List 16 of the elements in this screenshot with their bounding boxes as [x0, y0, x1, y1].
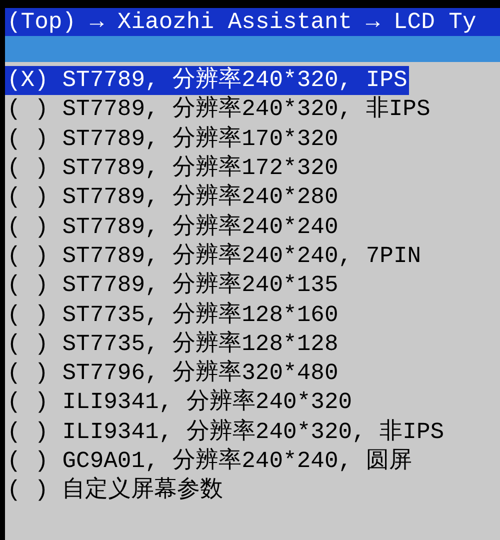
- menu-option[interactable]: ( ) ST7789, 分辨率170*320: [5, 124, 340, 154]
- menu-option[interactable]: ( ) ST7789, 分辨率240*240, 7PIN: [5, 242, 424, 271]
- menu-option[interactable]: ( ) ST7789, 分辨率240*240: [5, 212, 340, 242]
- menu-option[interactable]: ( ) 自定义屏幕参数: [5, 476, 226, 506]
- menu-option[interactable]: (X) ST7789, 分辨率240*320, IPS: [5, 66, 410, 96]
- menu-option[interactable]: ( ) ILI9341, 分辨率240*320, 非IPS: [5, 418, 446, 447]
- breadcrumb-title: (Top) → Xiaozhi Assistant → LCD Ty: [6, 10, 476, 34]
- menu-option[interactable]: ( ) ILI9341, 分辨率240*320: [5, 388, 354, 418]
- menu-option[interactable]: ( ) ST7789, 分辨率240*320, 非IPS: [5, 95, 432, 124]
- menu-option[interactable]: ( ) ST7796, 分辨率320*480: [5, 359, 340, 388]
- menu-option[interactable]: ( ) ST7735, 分辨率128*128: [5, 330, 340, 359]
- menu-option[interactable]: ( ) ST7735, 分辨率128*160: [5, 300, 340, 330]
- menu-option[interactable]: ( ) GC9A01, 分辨率240*240, 圆屏: [5, 447, 414, 476]
- menu-option[interactable]: ( ) ST7789, 分辨率240*135: [5, 271, 340, 300]
- menu-option[interactable]: ( ) ST7789, 分辨率172*320: [5, 154, 340, 184]
- menu-option[interactable]: ( ) ST7789, 分辨率240*280: [5, 183, 340, 212]
